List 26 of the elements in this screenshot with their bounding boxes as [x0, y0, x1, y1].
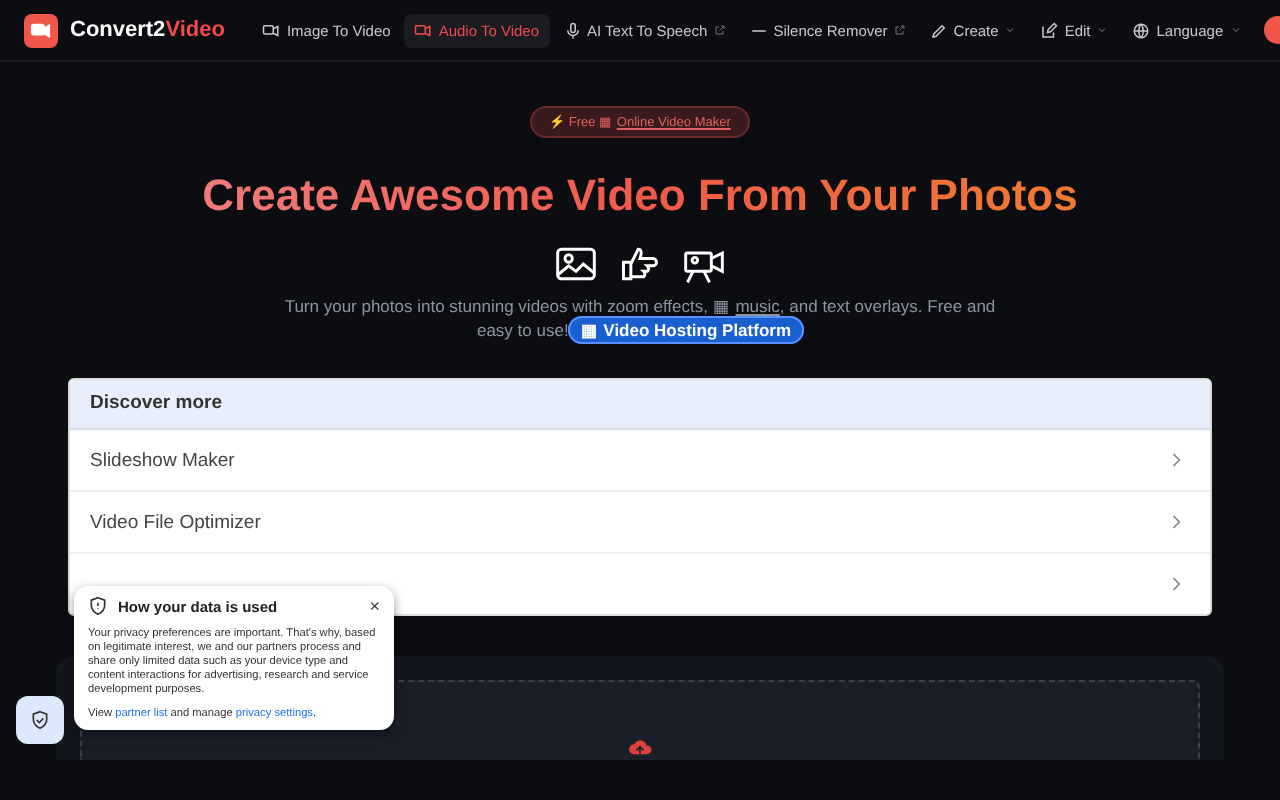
external-link-icon — [893, 24, 906, 36]
caret-icon — [1004, 24, 1017, 36]
row-label: Slideshow Maker — [90, 449, 235, 471]
row-label: Video File Optimizer — [90, 511, 261, 533]
video-camera-icon — [414, 21, 433, 39]
hero-subtitle: Turn your photos into stunning videos with zoom effects, ▦ music, and text overlays. Free and easy to use! ▦ Video Hosting Platform — [282, 294, 998, 342]
microphone-icon — [563, 21, 581, 39]
hosting-link[interactable]: ▦ Video Hosting Platform — [568, 316, 803, 344]
thumbs-up-icon — [617, 242, 662, 286]
close-button[interactable]: × — [369, 596, 380, 616]
caret-icon — [1229, 24, 1242, 36]
privacy-button[interactable] — [16, 696, 64, 744]
image-icon — [553, 242, 598, 286]
globe-icon — [1132, 21, 1151, 39]
discover-heading: Discover more — [70, 380, 1210, 430]
edit-icon — [1040, 21, 1059, 39]
video-camera-icon — [262, 21, 281, 39]
pen-icon — [929, 21, 948, 39]
music-link[interactable]: music — [735, 296, 780, 316]
shield-icon — [30, 710, 50, 730]
shield-icon — [88, 596, 108, 616]
logo-icon[interactable] — [24, 13, 58, 47]
logo-text[interactable]: Convert2Video — [70, 18, 225, 42]
external-link-icon — [713, 24, 726, 36]
caret-icon — [1096, 24, 1109, 36]
video-camera-icon — [30, 19, 52, 41]
